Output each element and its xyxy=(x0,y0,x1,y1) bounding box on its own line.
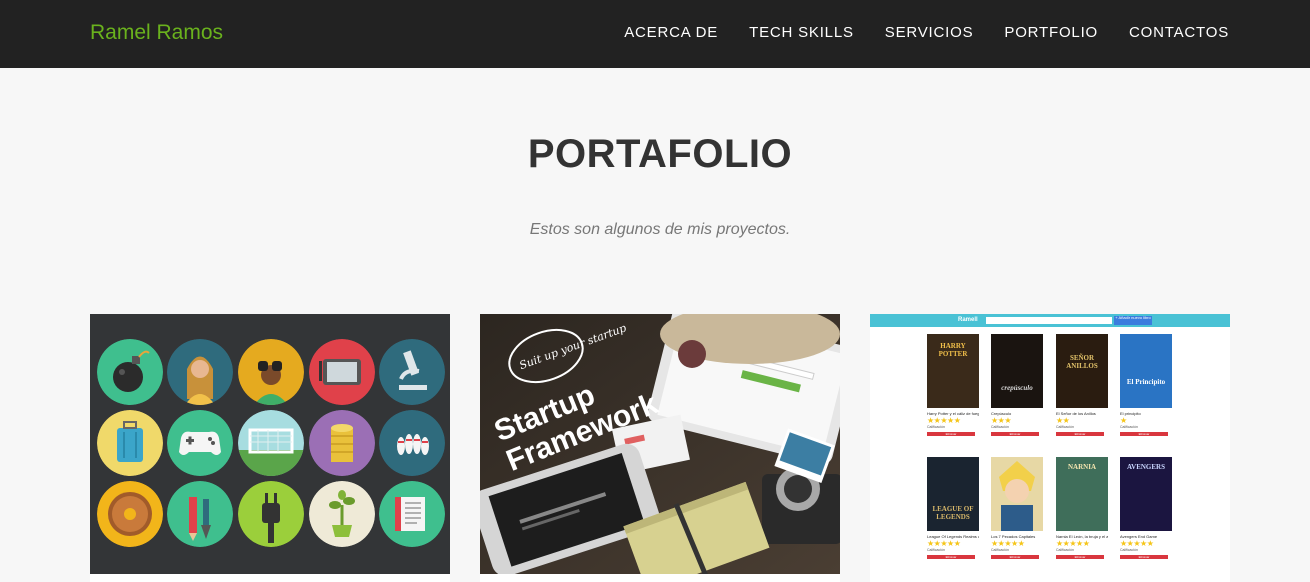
startup-collage: Suit up your startup Startup Framework xyxy=(480,314,840,574)
pencil-brush-icon xyxy=(167,481,233,547)
brand-link[interactable]: Ramel Ramos xyxy=(90,21,223,45)
book-cover: NARNIA xyxy=(1056,457,1108,531)
delete-button: Eliminar xyxy=(927,555,975,559)
app-brand: Ramell xyxy=(958,317,978,323)
nav-item-tech-skills[interactable]: TECH SKILLS xyxy=(749,24,854,41)
anime-cover-art xyxy=(991,457,1043,531)
book-cover xyxy=(991,457,1043,531)
gamepad-icon xyxy=(167,410,233,476)
rating-label: Calificación xyxy=(927,425,945,429)
portfolio-card-books[interactable]: Ramell + Añadir nuevo libro HARRY POTTER… xyxy=(870,314,1230,582)
section-title: PORTAFOLIO xyxy=(527,132,793,176)
portfolio-card-icons[interactable] xyxy=(90,314,450,582)
books-app-screenshot: Ramell + Añadir nuevo libro HARRY POTTER… xyxy=(870,314,1230,574)
book-cover: crepúsculo xyxy=(991,334,1043,408)
delete-button: Eliminar xyxy=(991,555,1039,559)
bowling-icon xyxy=(379,410,445,476)
app-add-button: + Añadir nuevo libro xyxy=(1114,315,1152,325)
book-stars: ★★★ xyxy=(991,416,1012,425)
book-stars: ★★★★★ xyxy=(1120,539,1154,548)
portfolio-thumbnail-icons[interactable] xyxy=(90,314,450,574)
coins-icon xyxy=(309,410,375,476)
portfolio-thumbnail-books[interactable]: Ramell + Añadir nuevo libro HARRY POTTER… xyxy=(870,314,1230,574)
rating-label: Calificación xyxy=(991,425,1009,429)
book-item: LEAGUE OF LEGENDS League Of Legends Real… xyxy=(927,457,979,559)
book-item: SEÑOR ANILLOS El Señor de los Anillos ★★… xyxy=(1056,334,1108,436)
rating-label: Calificación xyxy=(1120,548,1138,552)
book-cover: SEÑOR ANILLOS xyxy=(1056,334,1108,408)
book-item: Los 7 Pecados Capitales ★★★★★ Calificaci… xyxy=(991,457,1043,559)
delete-button: Eliminar xyxy=(991,432,1039,436)
delete-button: Eliminar xyxy=(1120,555,1168,559)
microscope-icon xyxy=(379,339,445,405)
binoculars-icon xyxy=(238,339,304,405)
book-item: crepúsculo Crepúsculo ★★★ Calificación E… xyxy=(991,334,1043,436)
tablet-icon xyxy=(309,339,375,405)
book-stars: ★★ xyxy=(1056,416,1070,425)
book-stars: ★★★★★ xyxy=(927,539,961,548)
app-search-input xyxy=(986,317,1112,324)
book-item: NARNIA Narnia El León, la bruja y el arm… xyxy=(1056,457,1108,559)
book-stars: ★★★★★ xyxy=(1056,539,1090,548)
rating-label: Calificación xyxy=(991,548,1009,552)
nav-item-servicios[interactable]: SERVICIOS xyxy=(885,24,974,41)
delete-button: Eliminar xyxy=(1120,432,1168,436)
book-cover: HARRY POTTER xyxy=(927,334,979,408)
delete-button: Eliminar xyxy=(927,432,975,436)
plug-icon xyxy=(238,481,304,547)
startup-scene: Suit up your startup Startup Framework xyxy=(480,314,840,574)
book-cover: El Principito xyxy=(1120,334,1172,408)
person-icon xyxy=(167,339,233,405)
luggage-icon xyxy=(97,410,163,476)
rating-label: Calificación xyxy=(1056,548,1074,552)
book-stars: ★ xyxy=(1120,416,1127,425)
book-item: HARRY POTTER Harry Potter y el cáliz de … xyxy=(927,334,979,436)
navbar: Ramel Ramos ACERCA DE TECH SKILLS SERVIC… xyxy=(0,0,1310,68)
nav-item-contactos[interactable]: CONTACTOS xyxy=(1129,24,1229,41)
nav-item-portfolio[interactable]: PORTFOLIO xyxy=(1004,24,1098,41)
section-subtitle: Estos son algunos de mis proyectos. xyxy=(529,221,791,238)
nav-menu: ACERCA DE TECH SKILLS SERVICIOS PORTFOLI… xyxy=(624,24,1229,41)
soccer-goal-icon xyxy=(238,410,304,476)
book-stars: ★★★★★ xyxy=(991,539,1025,548)
book-item: AVENGERS Avengers End Game ★★★★★ Calific… xyxy=(1120,457,1172,559)
icons-collage xyxy=(90,314,450,574)
book-icon xyxy=(379,481,445,547)
bomb-icon xyxy=(97,339,163,405)
delete-button: Eliminar xyxy=(1056,555,1104,559)
portfolio-thumbnail-startup[interactable]: Suit up your startup Startup Framework xyxy=(480,314,840,574)
rating-label: Calificación xyxy=(1056,425,1074,429)
delete-button: Eliminar xyxy=(1056,432,1104,436)
rating-label: Calificación xyxy=(1120,425,1138,429)
book-cover: LEAGUE OF LEGENDS xyxy=(927,457,979,531)
nav-item-acerca-de[interactable]: ACERCA DE xyxy=(624,24,718,41)
portfolio-card-startup[interactable]: Suit up your startup Startup Framework xyxy=(480,314,840,582)
donut-icon xyxy=(97,481,163,547)
rating-label: Calificación xyxy=(927,548,945,552)
plant-icon xyxy=(309,481,375,547)
book-stars: ★★★★★ xyxy=(927,416,961,425)
book-cover: AVENGERS xyxy=(1120,457,1172,531)
book-item: El Principito El principito ★ Calificaci… xyxy=(1120,334,1172,436)
